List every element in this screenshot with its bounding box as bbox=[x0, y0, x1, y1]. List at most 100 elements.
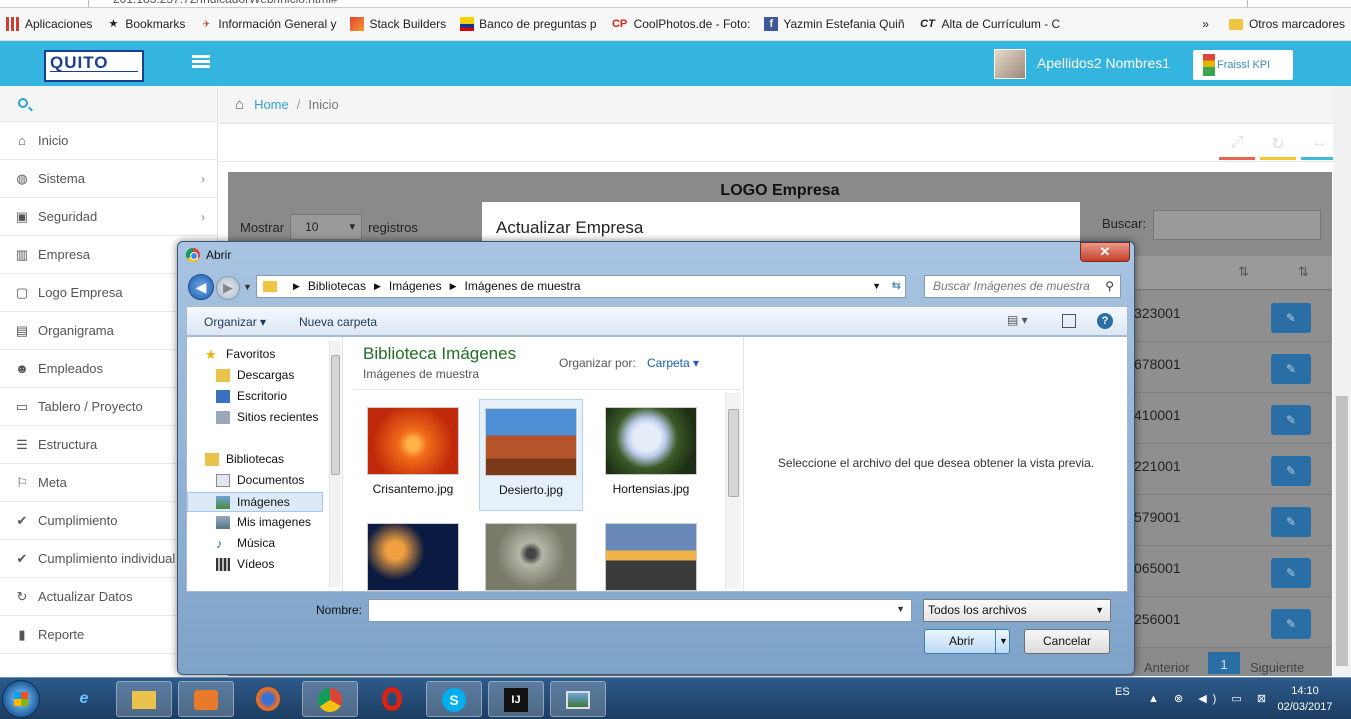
quito-logo[interactable]: QUITO bbox=[44, 50, 144, 82]
sidebar-item-inicio[interactable]: ⌂ Inicio bbox=[0, 122, 217, 160]
user-name[interactable]: Apellidos2 Nombres1 bbox=[1037, 55, 1170, 71]
nav-sitios-recientes[interactable]: Sitios recientes bbox=[216, 410, 318, 424]
nav-mis-imagenes[interactable]: Mis imagenes bbox=[216, 515, 311, 529]
menu-toggle-icon[interactable] bbox=[192, 55, 210, 69]
search-input[interactable] bbox=[1153, 210, 1321, 240]
file-item[interactable]: Crisantemo.jpg bbox=[361, 407, 465, 496]
file-name-input[interactable]: ▼ bbox=[368, 599, 912, 622]
internet-explorer-icon[interactable]: e bbox=[56, 681, 112, 717]
file-explorer-icon[interactable] bbox=[116, 681, 172, 717]
file-item[interactable] bbox=[479, 523, 583, 598]
breadcrumb-home[interactable]: Home bbox=[254, 97, 289, 112]
nav-documentos[interactable]: Documentos bbox=[216, 473, 304, 487]
forward-button[interactable]: ▶ bbox=[216, 276, 240, 300]
firefox-icon[interactable] bbox=[240, 681, 296, 717]
new-folder-button[interactable]: Nueva carpeta bbox=[299, 315, 377, 329]
avatar[interactable] bbox=[994, 49, 1026, 79]
file-list-scrollbar[interactable] bbox=[725, 393, 741, 589]
back-button[interactable]: ◀ bbox=[188, 274, 214, 300]
fullscreen-icon[interactable]: ⤢ bbox=[1219, 134, 1255, 160]
intellij-icon[interactable]: IJ bbox=[488, 681, 544, 717]
cancel-button[interactable]: Cancelar bbox=[1024, 629, 1110, 654]
skype-icon[interactable]: S bbox=[426, 681, 482, 717]
sidebar-item-sistema[interactable]: ◍ Sistema › bbox=[0, 160, 217, 198]
bookmark-curriculum[interactable]: CT Alta de Currículum - C bbox=[919, 17, 1060, 31]
help-icon[interactable]: ? bbox=[1097, 313, 1113, 329]
bookmark-banco[interactable]: Banco de preguntas p bbox=[460, 17, 597, 31]
path-segment[interactable]: Imágenes de muestra bbox=[465, 276, 581, 297]
nav-musica[interactable]: ♪ Música bbox=[216, 536, 275, 550]
nav-descargas[interactable]: Descargas bbox=[216, 368, 294, 382]
edit-button[interactable]: ✎ bbox=[1271, 507, 1311, 537]
refresh-icon[interactable]: ↻ bbox=[1260, 134, 1296, 160]
organize-button[interactable]: Organizar ▾ bbox=[204, 315, 266, 329]
bookmark-bookmarks[interactable]: ★ Bookmarks bbox=[106, 17, 185, 31]
view-options-icon[interactable]: ▤ ▾ bbox=[1007, 313, 1028, 327]
refresh-icon[interactable]: ⇆ bbox=[892, 276, 901, 297]
edit-button[interactable]: ✎ bbox=[1271, 456, 1311, 486]
pager-prev[interactable]: Anterior bbox=[1144, 660, 1190, 675]
bookmarks-more[interactable]: » bbox=[1202, 17, 1209, 31]
nav-favoritos[interactable]: ★ Favoritos bbox=[205, 347, 275, 361]
pager-next[interactable]: Siguiente bbox=[1250, 660, 1304, 675]
tray-icons[interactable]: ▲ ⊗ ◀) ▭ ⊠ bbox=[1148, 692, 1272, 705]
bookmark-coolphotos[interactable]: CP CoolPhotos.de - Foto: bbox=[611, 17, 750, 31]
chrome-taskbar-icon[interactable] bbox=[302, 681, 358, 717]
file-item[interactable]: Hortensias.jpg bbox=[599, 407, 703, 496]
search-icon bbox=[18, 98, 28, 108]
page-scrollbar[interactable] bbox=[1333, 86, 1351, 676]
pictures-icon bbox=[216, 495, 230, 509]
edit-button[interactable]: ✎ bbox=[1271, 303, 1311, 333]
path-bar[interactable]: ▶ Bibliotecas ▶ Imágenes ▶ Imágenes de m… bbox=[256, 275, 906, 298]
recent-locations-icon[interactable]: ▼ bbox=[243, 282, 252, 292]
sort-icon[interactable]: ⇅ bbox=[1238, 264, 1249, 280]
edit-button[interactable]: ✎ bbox=[1271, 609, 1311, 639]
sort-icon[interactable]: ⇅ bbox=[1298, 264, 1309, 280]
file-item[interactable]: Desierto.jpg bbox=[479, 399, 583, 511]
nav-videos[interactable]: Vídeos bbox=[216, 557, 274, 571]
preview-pane-icon[interactable] bbox=[1062, 314, 1076, 328]
bookmark-facebook[interactable]: f Yazmin Estefania Quiñ bbox=[764, 17, 905, 31]
nav-scrollbar[interactable] bbox=[329, 341, 341, 587]
path-segment[interactable]: Bibliotecas bbox=[308, 276, 366, 297]
arrange-by-select[interactable]: Carpeta ▾ bbox=[647, 356, 699, 370]
close-button[interactable]: ✕ bbox=[1080, 242, 1130, 262]
language-indicator[interactable]: ES bbox=[1115, 686, 1130, 698]
file-item[interactable] bbox=[599, 523, 703, 598]
file-list: Biblioteca Imágenes Imágenes de muestra … bbox=[345, 337, 741, 591]
nav-escritorio[interactable]: Escritorio bbox=[216, 389, 287, 403]
sidebar-search[interactable] bbox=[0, 86, 217, 122]
dialog-search-input[interactable]: Buscar Imágenes de muestra ⚲ bbox=[924, 275, 1121, 298]
pager-page[interactable]: 1 bbox=[1208, 652, 1240, 674]
open-button[interactable]: Abrir ▼ bbox=[924, 629, 1010, 654]
clock[interactable]: 14:10 02/03/2017 bbox=[1270, 683, 1340, 715]
start-button[interactable] bbox=[2, 680, 40, 718]
other-bookmarks[interactable]: Otros marcadores bbox=[1249, 17, 1345, 31]
collapse-icon[interactable]: ↔ bbox=[1301, 134, 1337, 160]
address-bar[interactable]: 201.183.237.72/IndicadorWeb/Inicio.html# bbox=[0, 0, 1351, 8]
dialog-titlebar[interactable]: Abrir bbox=[186, 248, 231, 262]
file-type-select[interactable]: Todos los archivos ▼ bbox=[923, 599, 1111, 622]
url-field[interactable]: 201.183.237.72/IndicadorWeb/Inicio.html# bbox=[88, 0, 1248, 7]
edit-button[interactable]: ✎ bbox=[1271, 405, 1311, 435]
file-item[interactable] bbox=[361, 523, 465, 598]
library-subtitle: Imágenes de muestra bbox=[363, 367, 480, 381]
chevron-down-icon[interactable]: ▼ bbox=[896, 604, 905, 614]
bookmark-apps[interactable]: Aplicaciones bbox=[6, 17, 92, 31]
bookmark-stack-builders[interactable]: Stack Builders bbox=[350, 17, 446, 31]
photo-viewer-icon[interactable] bbox=[550, 681, 606, 717]
page-size-select[interactable]: 10 bbox=[290, 214, 363, 240]
edit-button[interactable]: ✎ bbox=[1271, 354, 1311, 384]
nav-imagenes[interactable]: Imágenes bbox=[187, 492, 323, 512]
sidebar-item-seguridad[interactable]: ▣ Seguridad › bbox=[0, 198, 217, 236]
media-player-icon[interactable] bbox=[178, 681, 234, 717]
chevron-down-icon[interactable]: ▼ bbox=[999, 630, 1008, 653]
kpi-logo[interactable]: Fraissl KPI bbox=[1193, 50, 1293, 80]
opera-icon[interactable] bbox=[364, 681, 420, 717]
bookmark-informacion[interactable]: ✈ Información General y bbox=[199, 17, 337, 31]
chevron-down-icon[interactable]: ▼ bbox=[872, 276, 881, 297]
bar-chart-icon: ▮ bbox=[18, 626, 26, 642]
edit-button[interactable]: ✎ bbox=[1271, 558, 1311, 588]
path-segment[interactable]: Imágenes bbox=[389, 276, 442, 297]
nav-bibliotecas[interactable]: Bibliotecas bbox=[205, 452, 284, 466]
